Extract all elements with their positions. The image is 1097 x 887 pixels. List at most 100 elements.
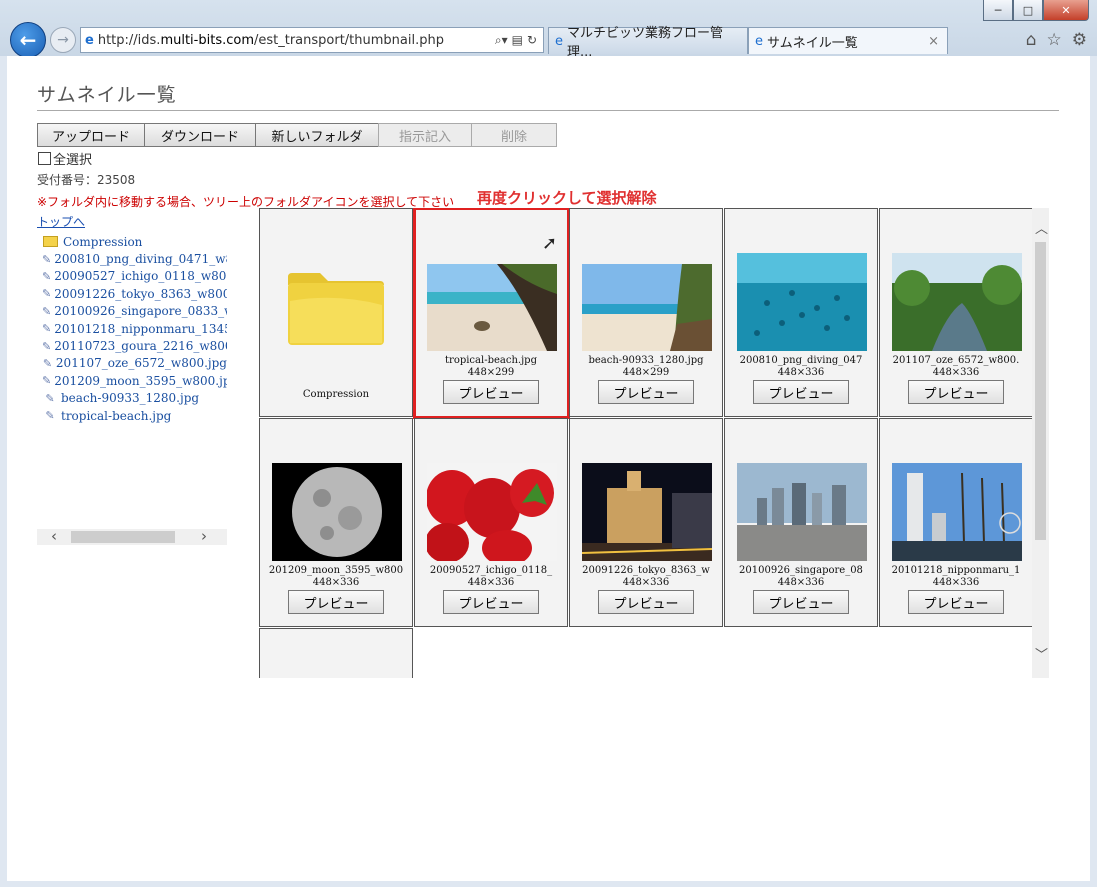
preview-button[interactable]: プレビュー [908,380,1004,404]
receipt-number: 受付番号：23508 [37,173,136,187]
tree-item-label: 20090527_ichigo_0118_w800.jpg [54,269,227,284]
select-all[interactable]: 全選択 [38,149,92,168]
tree-file-item[interactable]: ✎ beach-90933_1280.jpg [42,390,227,407]
top-link[interactable]: トップへ [37,213,85,230]
grid-vertical-scrollbar[interactable]: ︿ ﹀ [1032,208,1049,678]
tree-file-item[interactable]: ✎20101218_nipponmaru_1345_w8( [42,320,227,337]
minimize-button[interactable]: ─ [983,0,1013,21]
preview-button[interactable]: プレビュー [753,380,849,404]
thumbnail-card[interactable]: 201209_moon_3595_w800 448×336 プレビュー [259,418,413,627]
url-prefix: http://ids. [97,32,161,48]
thumbnail-card[interactable]: 20091226_tokyo_8363_w 448×336 プレビュー [569,418,723,627]
thumbnail-image[interactable] [737,463,867,565]
tree-file-item[interactable]: ✎ tropical-beach.jpg [42,407,227,424]
tree-item-label: 20091226_tokyo_8363_w800.jpg [54,286,227,301]
tree-horizontal-scrollbar[interactable]: ‹ › [37,527,227,545]
ie-logo-icon: e [85,32,94,48]
tree-item-label: 20101218_nipponmaru_1345_w8( [54,321,227,336]
close-tab-icon[interactable]: × [928,34,939,49]
thumbnail-name: 200810_png_diving_047 [739,355,863,366]
image-file-icon: ✎ [42,304,52,318]
tree-file-item[interactable]: ✎20091226_tokyo_8363_w800.jpg [42,285,227,302]
scrollbar-thumb[interactable] [1035,242,1046,540]
favorites-star-icon[interactable]: ☆ [1047,30,1062,50]
thumbnail-image[interactable] [892,253,1022,355]
thumbnail-name: 201107_oze_6572_w800. [892,355,1020,366]
tree-file-item[interactable]: ✎20100926_singapore_0833_w800. [42,303,227,320]
thumbnail-image[interactable] [582,264,712,355]
page-content: サムネイル一覧 アップロード ダウンロード 新しいフォルダ 指示記入 削除 全選… [7,56,1090,881]
tab-workflow[interactable]: e マルチビッツ業務フロー管理... [548,26,748,60]
image-file-icon: ✎ [42,322,52,336]
thumbnail-folder[interactable]: Compression [259,208,413,417]
thumbnail-name: Compression [302,389,370,400]
search-icon[interactable]: ⌕▾ [495,33,508,48]
url-text[interactable]: http://ids.multi-bits.com/est_transport/… [98,33,495,48]
thumbnail-image[interactable] [581,463,713,565]
tree-file-item[interactable]: ✎ 201107_oze_6572_w800.jpg [42,355,227,372]
scrollbar-thumb[interactable] [71,531,175,543]
preview-button[interactable]: プレビュー [598,590,694,614]
tree-folder-item[interactable]: Compression [42,233,227,250]
thumbnail-card[interactable]: 20101218_nipponmaru_1 448×336 プレビュー [879,418,1032,627]
tree-file-item[interactable]: ✎20090527_ichigo_0118_w800.jpg [42,268,227,285]
thumbnail-image[interactable] [272,674,402,678]
new-folder-button[interactable]: 新しいフォルダ [255,123,379,147]
tree-item-label: 20100926_singapore_0833_w800. [54,304,227,319]
forward-button[interactable]: → [50,27,76,53]
preview-button[interactable]: プレビュー [598,380,694,404]
scroll-down-icon[interactable]: ﹀ [1035,644,1048,663]
thumbnail-name: 20091226_tokyo_8363_w [582,565,710,576]
thumbnail-card[interactable] [259,628,413,678]
image-file-icon: ✎ [42,287,52,301]
thumbnail-image[interactable] [892,463,1022,565]
thumbnail-name: beach-90933_1280.jpg [588,355,704,366]
preview-button[interactable]: プレビュー [288,590,384,614]
image-file-icon: ✎ [42,269,52,283]
tab-thumbnail-list[interactable]: e サムネイル一覧 × [748,27,948,54]
thumbnail-card[interactable]: 201107_oze_6572_w800. 448×336 プレビュー [879,208,1032,417]
preview-button[interactable]: プレビュー [753,590,849,614]
thumbnail-image[interactable] [425,463,557,566]
thumbnail-card[interactable]: 200810_png_diving_047 448×336 プレビュー [724,208,878,417]
close-window-button[interactable]: ✕ [1043,0,1089,21]
settings-gear-icon[interactable]: ⚙ [1072,30,1087,50]
maximize-button[interactable]: □ [1013,0,1043,21]
compatibility-view-icon[interactable]: ▤ [512,33,523,48]
tree-file-item[interactable]: ✎20110723_goura_2216_w800.jpg [42,337,227,354]
upload-button[interactable]: アップロード [37,123,145,147]
tree-file-item[interactable]: ✎200810_png_diving_0471_w800_ [42,250,227,267]
folder-icon[interactable] [286,271,416,351]
instruction-button[interactable]: 指示記入 [378,123,472,147]
title-divider [37,110,1059,111]
thumbnail-name: 20090527_ichigo_0118_ [429,565,553,576]
tree-file-item[interactable]: ✎ 201209_moon_3595_w800.jpg [42,372,227,389]
scroll-right-icon[interactable]: › [201,527,207,545]
preview-button[interactable]: プレビュー [443,590,539,614]
thumbnail-card[interactable]: beach-90933_1280.jpg 448×299 プレビュー [569,208,723,417]
thumbnail-card[interactable]: 20090527_ichigo_0118_ 448×336 プレビュー [414,418,568,627]
scroll-left-icon[interactable]: ‹ [51,527,57,545]
preview-button[interactable]: プレビュー [908,590,1004,614]
delete-button[interactable]: 削除 [471,123,557,147]
thumbnail-image[interactable] [737,253,867,355]
browser-window: ─ □ ✕ ← → e http://ids.multi-bits.com/es… [0,0,1097,887]
refresh-icon[interactable]: ↻ [527,33,537,48]
forward-arrow-icon: → [57,32,69,48]
thumbnail-size: 448×336 [312,577,360,588]
back-button[interactable]: ← [10,22,46,58]
image-file-icon: ✎ [42,339,52,353]
download-button[interactable]: ダウンロード [144,123,256,147]
thumbnail-size: 448×299 [622,367,670,378]
url-domain: multi-bits.com [160,32,254,48]
select-all-checkbox[interactable] [38,152,51,165]
thumbnail-name: 20100926_singapore_08 [739,565,863,576]
tab-label: マルチビッツ業務フロー管理... [567,26,724,60]
address-bar[interactable]: e http://ids.multi-bits.com/est_transpor… [80,27,544,53]
thumbnail-name: 201209_moon_3595_w800 [268,565,404,576]
image-file-icon: ✎ [42,252,52,266]
thumbnail-image[interactable] [272,463,402,565]
thumbnail-card[interactable]: 20100926_singapore_08 448×336 プレビュー [724,418,878,627]
scroll-up-icon[interactable]: ︿ [1035,218,1048,237]
home-icon[interactable]: ⌂ [1026,30,1037,50]
